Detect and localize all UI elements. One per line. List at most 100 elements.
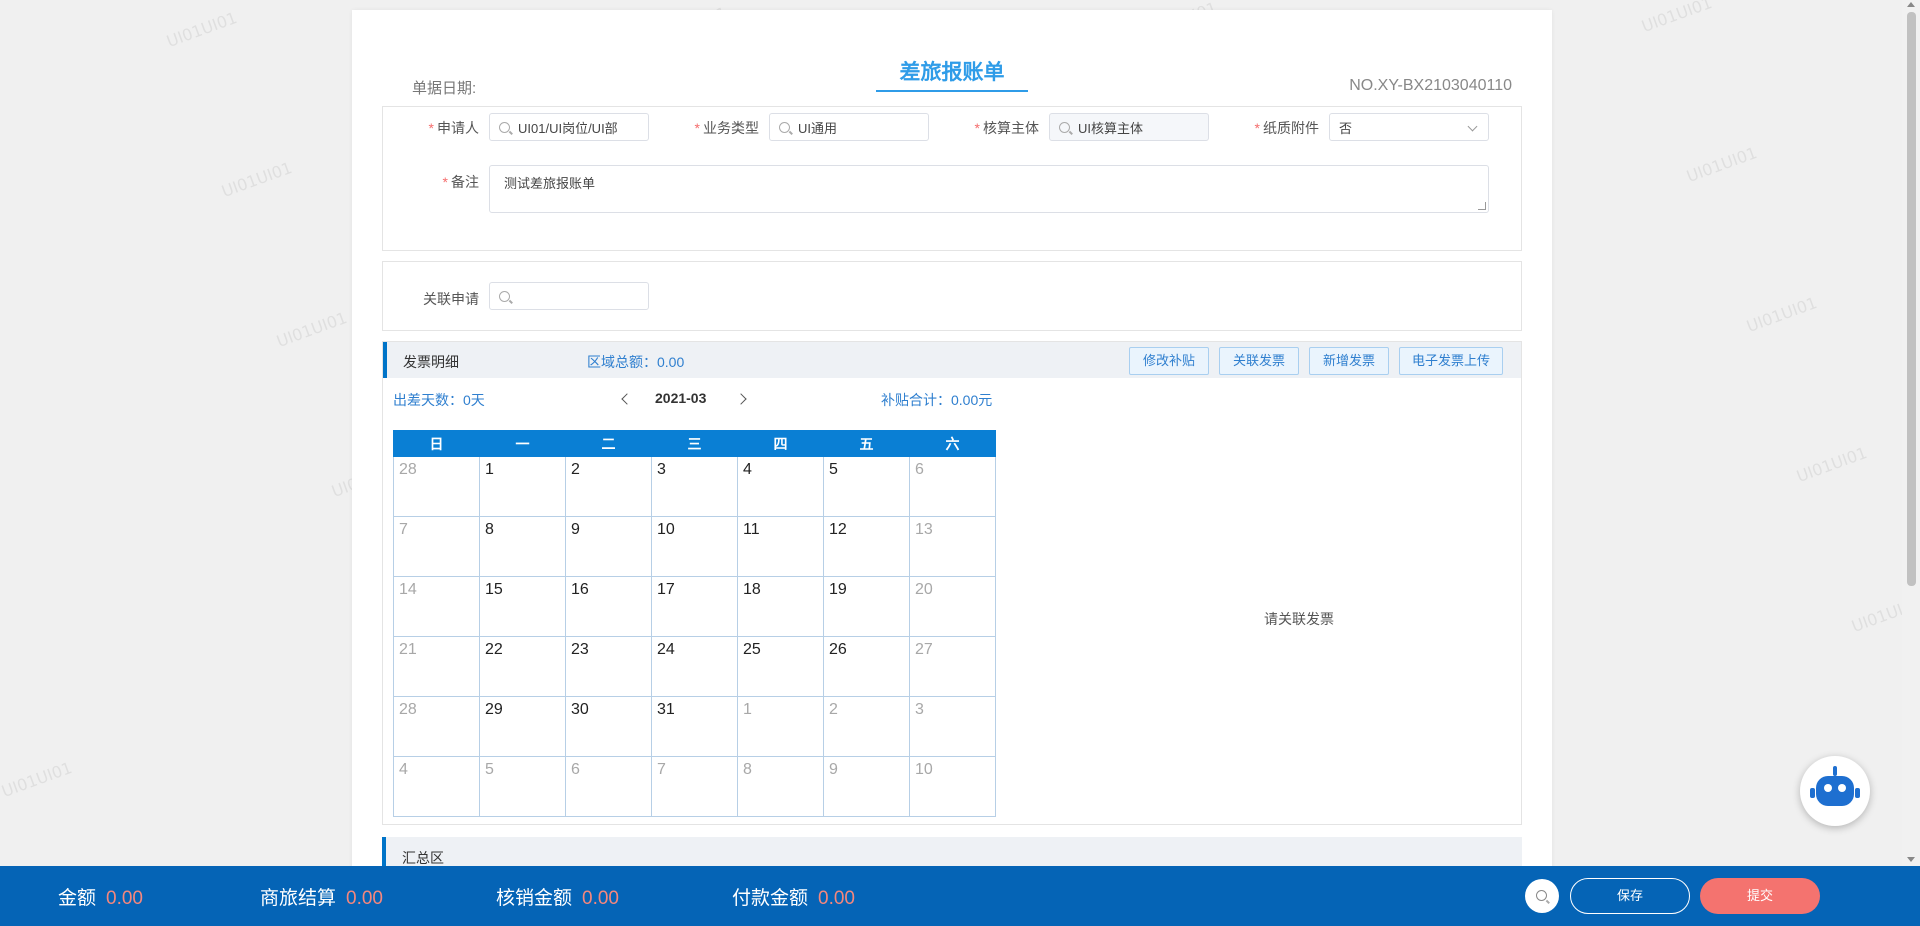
calendar-day-cell[interactable]: 3 (909, 696, 996, 757)
calendar-day-cell[interactable]: 2 (565, 456, 652, 517)
applicant-field[interactable]: UI01/UI岗位/UI部 (489, 113, 649, 141)
calendar-day-cell[interactable]: 20 (909, 576, 996, 637)
calendar-day-cell[interactable]: 19 (823, 576, 910, 637)
calendar-day-cell[interactable]: 13 (909, 516, 996, 577)
robot-antenna (1833, 766, 1837, 776)
accounting-entity-label: * 核算主体 (974, 120, 1039, 136)
accounting-entity-field[interactable]: UI核算主体 (1049, 113, 1209, 141)
calendar-day-cell[interactable]: 4 (393, 756, 480, 817)
page-title: 差旅报账单 (876, 56, 1028, 92)
submit-button[interactable]: 提交 (1700, 878, 1820, 914)
expense-report-sheet: 差旅报账单 单据日期: NO.XY-BX2103040110 * 申请人 UI01… (352, 10, 1552, 910)
calendar-day-cell[interactable]: 28 (393, 456, 480, 517)
calendar-day-cell[interactable]: 28 (393, 696, 480, 757)
business-type-field[interactable]: UI通用 (769, 113, 929, 141)
calendar-day-cell[interactable]: 10 (909, 756, 996, 817)
weekday-header: 六 (909, 430, 996, 457)
calendar-day-cell[interactable]: 12 (823, 516, 910, 577)
robot-ear (1855, 788, 1860, 798)
search-button[interactable] (1525, 879, 1559, 913)
weekday-header: 五 (823, 430, 910, 457)
resize-handle[interactable] (1478, 202, 1486, 210)
amount-label: 金额 (58, 888, 97, 909)
calendar-day-cell[interactable]: 16 (565, 576, 652, 637)
calendar-day-cell[interactable]: 18 (737, 576, 824, 637)
calendar-day-cell[interactable]: 21 (393, 636, 480, 697)
calendar-day-cell[interactable]: 2 (823, 696, 910, 757)
calendar-day-cell[interactable]: 25 (737, 636, 824, 697)
calendar-day-cell[interactable]: 17 (651, 576, 738, 637)
remark-textarea[interactable]: 测试差旅报账单 (489, 165, 1489, 213)
calendar-day-cell[interactable]: 11 (737, 516, 824, 577)
calendar-day-cell[interactable]: 27 (909, 636, 996, 697)
related-application-field[interactable] (489, 282, 649, 310)
calendar-day-cell[interactable]: 9 (565, 516, 652, 577)
travel-settlement-value: 0.00 (346, 888, 383, 909)
invoice-title: 发票明细 (403, 354, 459, 370)
calendar-day-cell[interactable]: 7 (651, 756, 738, 817)
chevron-right-icon[interactable] (735, 393, 747, 405)
search-icon (779, 121, 790, 133)
calendar-day-cell[interactable]: 6 (909, 456, 996, 517)
calendar-day-cell[interactable]: 5 (823, 456, 910, 517)
empty-invoice-hint: 请关联发票 (1264, 611, 1334, 627)
calendar-day-cell[interactable]: 4 (737, 456, 824, 517)
writeoff-amount-total: 核销金额 0.00 (496, 883, 619, 910)
chevron-down-icon (1467, 121, 1478, 132)
calendar-day-cell[interactable]: 14 (393, 576, 480, 637)
calendar-month: 2021-03 (655, 390, 707, 406)
calendar-day-cell[interactable]: 7 (393, 516, 480, 577)
calendar-day-cell[interactable]: 23 (565, 636, 652, 697)
calendar-day-cell[interactable]: 22 (479, 636, 566, 697)
calendar-day-cell[interactable]: 1 (479, 456, 566, 517)
weekday-header: 三 (651, 430, 738, 457)
applicant-value: UI01/UI岗位/UI部 (518, 120, 618, 136)
calendar-day-cell[interactable]: 29 (479, 696, 566, 757)
link-invoice-button[interactable]: 关联发票 (1219, 347, 1299, 375)
region-total: 区域总额：0.00 (587, 354, 685, 370)
calendar-day-cell[interactable]: 26 (823, 636, 910, 697)
upload-einvoice-button[interactable]: 电子发票上传 (1399, 347, 1503, 375)
calendar-day-cell[interactable]: 10 (651, 516, 738, 577)
calendar-day-cell[interactable]: 1 (737, 696, 824, 757)
calendar-day-cell[interactable]: 8 (479, 516, 566, 577)
calendar-day-cell[interactable]: 6 (565, 756, 652, 817)
scroll-up-arrow-icon[interactable] (1907, 2, 1915, 7)
scroll-down-arrow-icon[interactable] (1907, 857, 1915, 862)
robot-head (1816, 776, 1854, 806)
writeoff-amount-label: 核销金额 (496, 888, 573, 909)
search-icon (499, 290, 510, 302)
accounting-entity-value: UI核算主体 (1078, 120, 1144, 136)
watermark-text: UI01UI01 (1743, 292, 1820, 337)
add-invoice-button[interactable]: 新增发票 (1309, 347, 1389, 375)
bottom-action-bar: 金额 0.00 商旅结算 0.00 核销金额 0.00 付款金额 0.00 保存 提交 (0, 866, 1920, 926)
writeoff-amount-value: 0.00 (582, 888, 619, 909)
calendar-day-cell[interactable]: 5 (479, 756, 566, 817)
summary-title: 汇总区 (402, 850, 444, 866)
watermark-text: UI01UI01 (1793, 442, 1870, 487)
vertical-scrollbar[interactable] (1902, 0, 1920, 866)
calendar-day-cell[interactable]: 8 (737, 756, 824, 817)
watermark-text: UI01UI01 (0, 757, 75, 802)
calendar-day-cell[interactable]: 24 (651, 636, 738, 697)
calendar-day-cell[interactable]: 3 (651, 456, 738, 517)
business-type-value: UI通用 (798, 120, 838, 136)
save-button[interactable]: 保存 (1570, 878, 1690, 914)
robot-eye (1824, 784, 1832, 792)
calendar-day-cell[interactable]: 31 (651, 696, 738, 757)
watermark-text: UI01UI01 (163, 7, 240, 52)
robot-ear (1810, 788, 1815, 798)
edit-subsidy-button[interactable]: 修改补贴 (1129, 347, 1209, 375)
weekday-header: 日 (393, 430, 480, 457)
robot-assistant-icon[interactable] (1800, 756, 1870, 826)
calendar-day-cell[interactable]: 30 (565, 696, 652, 757)
chevron-left-icon[interactable] (621, 393, 633, 405)
calendar-day-cell[interactable]: 15 (479, 576, 566, 637)
calendar-day-cell[interactable]: 9 (823, 756, 910, 817)
paper-attachment-select[interactable]: 否 (1329, 113, 1489, 141)
related-application-section: 关联申请 (382, 261, 1522, 331)
remark-label: * 备注 (442, 174, 479, 190)
scroll-thumb[interactable] (1907, 12, 1916, 586)
calendar-week-row: 7 8 9 10 11 12 13 (393, 516, 996, 577)
weekday-header: 二 (565, 430, 652, 457)
